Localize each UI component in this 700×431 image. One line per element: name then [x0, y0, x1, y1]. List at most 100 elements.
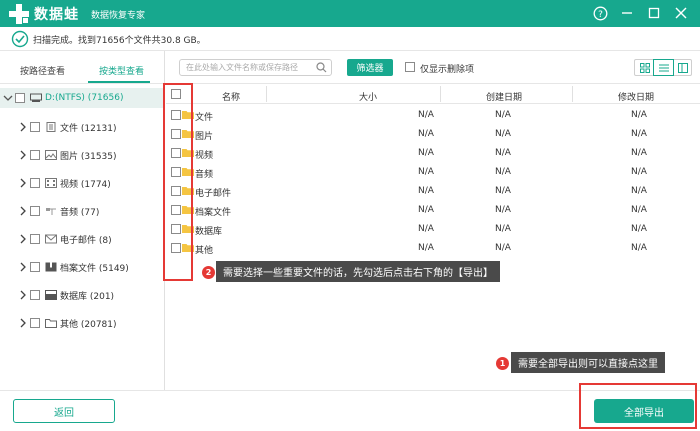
row-modified: N/A	[631, 129, 647, 139]
row-created: N/A	[495, 110, 511, 120]
chevron-right-icon[interactable]	[18, 149, 28, 161]
row-created: N/A	[495, 129, 511, 139]
row-created: N/A	[495, 186, 511, 196]
tree-item-checkbox[interactable]	[30, 206, 40, 216]
app-logo-icon	[9, 4, 29, 24]
tree-item-images[interactable]: 图片 (31535)	[0, 145, 165, 165]
row-created: N/A	[495, 205, 511, 215]
tree-item-archives[interactable]: 档案文件 (5149)	[0, 257, 165, 277]
email-icon	[45, 234, 57, 244]
chevron-right-icon[interactable]	[18, 121, 28, 133]
row-size: N/A	[418, 148, 434, 158]
tree-item-database[interactable]: 数据库 (201)	[0, 285, 165, 305]
audio-icon	[46, 208, 56, 215]
table-row[interactable]: 文件 N/A N/A N/A	[166, 106, 700, 125]
chevron-right-icon[interactable]	[18, 289, 28, 301]
table-row[interactable]: 档案文件 N/A N/A N/A	[166, 201, 700, 220]
table-row[interactable]: 图片 N/A N/A N/A	[166, 125, 700, 144]
row-created: N/A	[495, 243, 511, 253]
svg-text:?: ?	[598, 10, 603, 20]
row-size: N/A	[418, 205, 434, 215]
tree-item-label: 文件 (12131)	[60, 124, 117, 134]
toolbar: 筛选器 仅显示删除项	[166, 51, 700, 84]
chevron-right-icon[interactable]	[18, 233, 28, 245]
column-size[interactable]: 大小	[359, 90, 377, 103]
export-button-highlight	[579, 383, 697, 429]
archive-icon	[45, 262, 57, 272]
grid-view-icon[interactable]	[635, 60, 654, 75]
tree-item-checkbox[interactable]	[30, 290, 40, 300]
image-icon	[45, 150, 57, 160]
table-row[interactable]: 电子邮件 N/A N/A N/A	[166, 182, 700, 201]
row-name: 其他	[195, 246, 214, 256]
column-name[interactable]: 名称	[222, 90, 240, 103]
tree-item-label: 数据库 (201)	[60, 292, 115, 302]
tree-item-other[interactable]: 其他 (20781)	[0, 313, 165, 333]
tree-item-audio[interactable]: 音频 (77)	[0, 201, 165, 221]
tab-by-path[interactable]: 按路径查看	[20, 64, 65, 77]
tree-item-label: 电子邮件 (8)	[60, 236, 112, 246]
row-modified: N/A	[631, 186, 647, 196]
chevron-right-icon[interactable]	[18, 261, 28, 273]
row-name: 图片	[195, 132, 214, 142]
table-row[interactable]: 其他 N/A N/A N/A	[166, 239, 700, 258]
view-mode-switcher	[634, 59, 692, 76]
annotation-tooltip-1: 需要全部导出则可以直接点这里	[511, 352, 665, 373]
tree-item-checkbox[interactable]	[30, 318, 40, 328]
check-circle-icon	[11, 30, 29, 48]
tree-root-checkbox[interactable]	[15, 93, 25, 103]
tab-by-type[interactable]: 按类型查看	[99, 64, 144, 77]
table-header: 名称 大小 创建日期 修改日期	[166, 84, 700, 104]
row-name: 文件	[195, 113, 214, 123]
row-size: N/A	[418, 167, 434, 177]
column-divider	[440, 86, 441, 102]
tree-item-videos[interactable]: 视频 (1774)	[0, 173, 165, 193]
column-divider	[572, 86, 573, 102]
chevron-down-icon[interactable]	[3, 92, 13, 104]
tree-item-label: 档案文件 (5149)	[60, 264, 129, 274]
column-created[interactable]: 创建日期	[486, 90, 522, 103]
tree-item-checkbox[interactable]	[30, 150, 40, 160]
search-box	[179, 59, 332, 76]
row-created: N/A	[495, 224, 511, 234]
tree-item-checkbox[interactable]	[30, 122, 40, 132]
tree-item-checkbox[interactable]	[30, 262, 40, 272]
tree-item-label: 音频 (77)	[60, 208, 100, 218]
row-name: 视频	[195, 151, 214, 161]
chevron-right-icon[interactable]	[18, 177, 28, 189]
column-divider	[266, 86, 267, 102]
row-modified: N/A	[631, 243, 647, 253]
row-created: N/A	[495, 148, 511, 158]
left-panel: 按路径查看 按类型查看 D:(NTFS) (71656) 文件 (12131) …	[0, 51, 165, 390]
table-row[interactable]: 数据库 N/A N/A N/A	[166, 220, 700, 239]
chevron-right-icon[interactable]	[18, 205, 28, 217]
tree-item-checkbox[interactable]	[30, 178, 40, 188]
tree-item-label: 其他 (20781)	[60, 320, 117, 330]
search-input[interactable]	[186, 61, 314, 74]
list-view-icon[interactable]	[653, 59, 674, 76]
back-button[interactable]: 返回	[13, 399, 115, 423]
annotation-tooltip-2: 需要选择一些重要文件的话，先勾选后点击右下角的【导出】	[216, 261, 500, 282]
only-deleted-checkbox[interactable]	[405, 62, 415, 72]
table-row[interactable]: 视频 N/A N/A N/A	[166, 144, 700, 163]
help-icon[interactable]: ?	[592, 5, 608, 21]
table-row[interactable]: 音频 N/A N/A N/A	[166, 163, 700, 182]
row-name: 数据库	[195, 227, 223, 237]
tree-item-documents[interactable]: 文件 (12131)	[0, 117, 165, 137]
column-modified[interactable]: 修改日期	[618, 90, 654, 103]
row-created: N/A	[495, 167, 511, 177]
title-bar: 数据蛙 数据恢复专家 ?	[0, 0, 700, 27]
filter-button[interactable]: 筛选器	[347, 59, 393, 76]
tree-item-email[interactable]: 电子邮件 (8)	[0, 229, 165, 249]
tree-item-checkbox[interactable]	[30, 234, 40, 244]
search-icon[interactable]	[316, 62, 327, 73]
row-name: 音频	[195, 170, 214, 180]
tree-root-label: D:(NTFS) (71656)	[45, 93, 124, 103]
tree-root-drive[interactable]: D:(NTFS) (71656)	[0, 88, 165, 108]
close-icon[interactable]	[673, 5, 689, 21]
minimize-icon[interactable]	[619, 5, 635, 21]
detail-view-icon[interactable]	[673, 60, 692, 75]
restore-icon[interactable]	[646, 5, 662, 21]
chevron-right-icon[interactable]	[18, 317, 28, 329]
annotation-badge-2: 2	[202, 266, 215, 279]
